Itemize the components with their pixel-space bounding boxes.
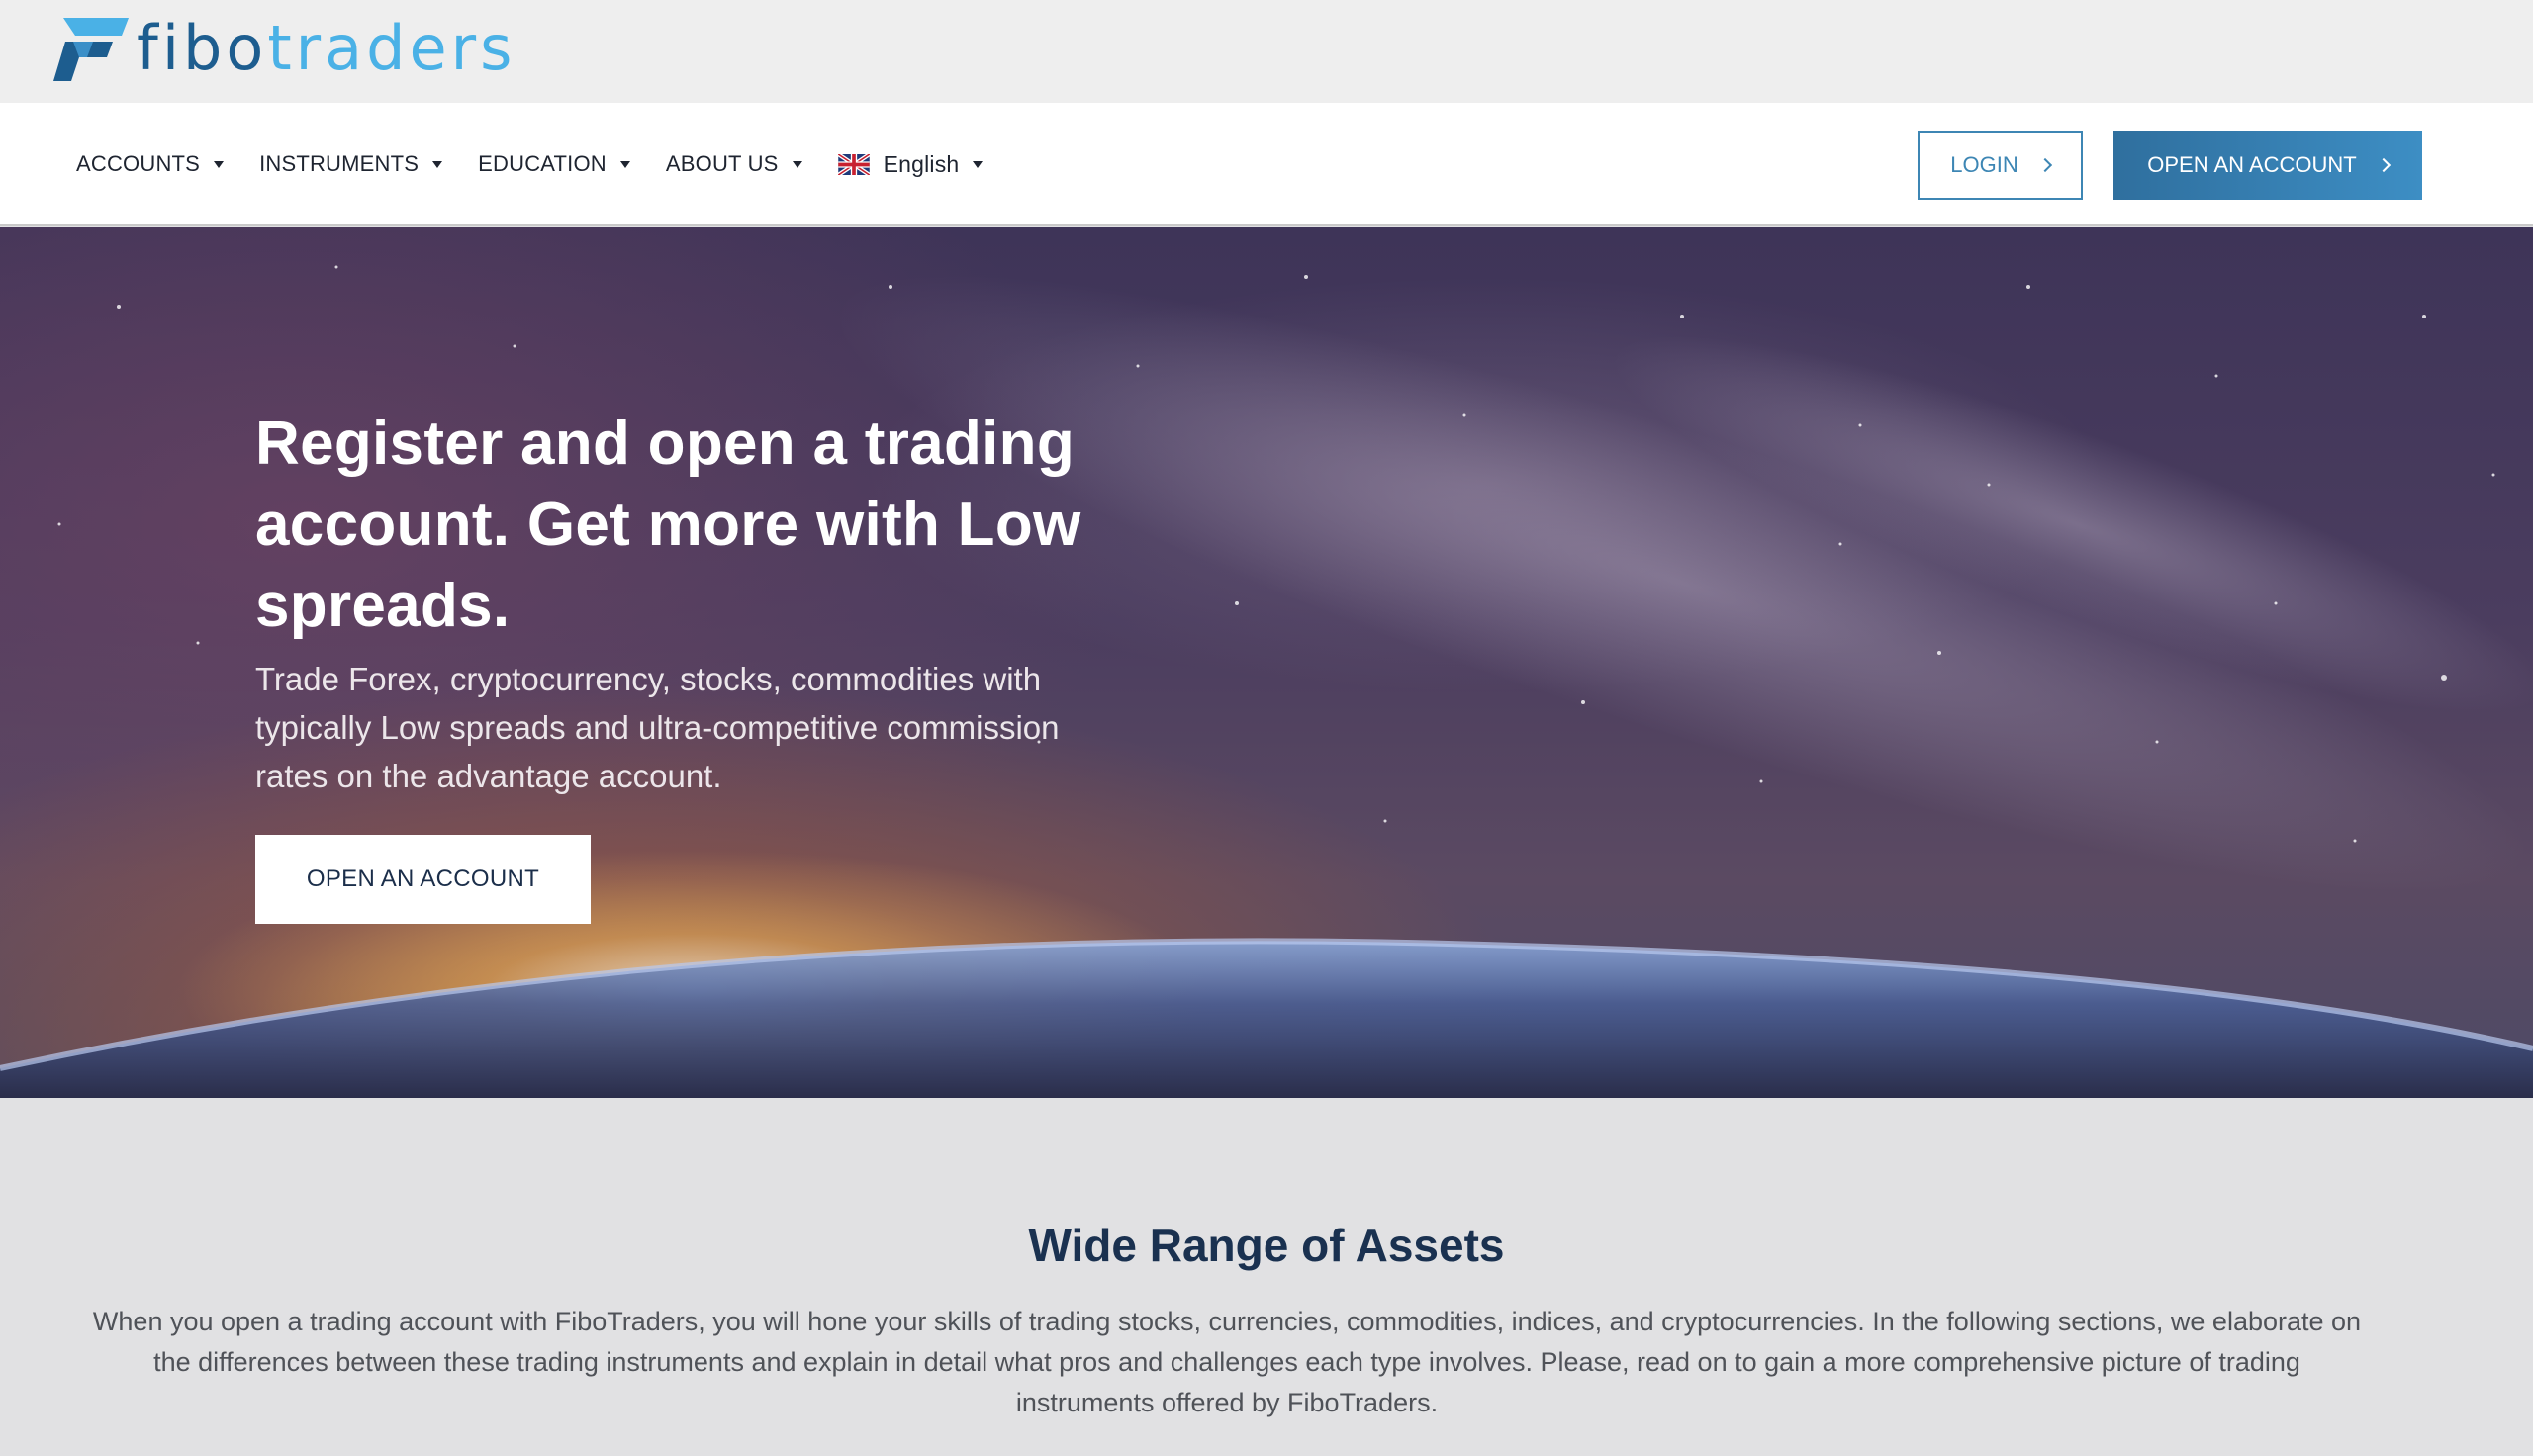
logo-text-traders: traders bbox=[267, 12, 516, 84]
nav-item-education-label: EDUCATION bbox=[478, 151, 607, 176]
chevron-right-icon bbox=[2376, 157, 2391, 173]
caret-down-icon bbox=[619, 160, 630, 168]
caret-down-icon bbox=[792, 160, 802, 168]
nav-item-accounts-label: ACCOUNTS bbox=[76, 151, 201, 176]
hero-title: Register and open a trading account. Get… bbox=[255, 410, 1081, 640]
uk-flag-icon bbox=[837, 153, 870, 175]
hero-subtitle: Trade Forex, cryptocurrency, stocks, com… bbox=[255, 661, 1060, 794]
hero-banner: Register and open a trading account. Get… bbox=[0, 228, 2533, 1098]
hero-open-account-label: OPEN AN ACCOUNT bbox=[306, 865, 540, 892]
open-account-button[interactable]: OPEN AN ACCOUNT bbox=[2113, 131, 2422, 200]
main-navbar: ACCOUNTS INSTRUMENTS EDUCATION ABOUT US … bbox=[0, 103, 2533, 226]
caret-down-icon bbox=[973, 160, 984, 168]
hero-content: Register and open a trading account. Get… bbox=[255, 404, 1106, 800]
nav-item-instruments-label: INSTRUMENTS bbox=[259, 151, 420, 176]
logo-wordmark: fibotraders bbox=[137, 18, 516, 79]
nav-item-about-us-label: ABOUT US bbox=[665, 151, 779, 176]
caret-down-icon bbox=[432, 160, 443, 168]
caret-down-icon bbox=[214, 160, 225, 168]
open-account-button-label: OPEN AN ACCOUNT bbox=[2147, 152, 2357, 177]
nav-item-about-us[interactable]: ABOUT US bbox=[666, 151, 802, 177]
hero-open-account-button[interactable]: OPEN AN ACCOUNT bbox=[255, 835, 591, 924]
fibotraders-logo[interactable]: fibotraders bbox=[49, 12, 516, 85]
language-selector[interactable]: English bbox=[837, 150, 984, 178]
logo-strip: fibotraders bbox=[0, 0, 2533, 103]
nav-item-education[interactable]: EDUCATION bbox=[478, 151, 630, 177]
nav-menu: ACCOUNTS INSTRUMENTS EDUCATION ABOUT US … bbox=[76, 103, 1018, 226]
nav-item-accounts[interactable]: ACCOUNTS bbox=[76, 151, 225, 177]
nav-item-instruments[interactable]: INSTRUMENTS bbox=[259, 151, 443, 177]
language-label: English bbox=[883, 150, 960, 177]
logo-mark-icon bbox=[53, 18, 129, 81]
login-button-label: LOGIN bbox=[1950, 152, 2018, 177]
logo-text-fibo: fibo bbox=[137, 12, 268, 84]
assets-description: When you open a trading account with Fib… bbox=[92, 1307, 2362, 1417]
assets-section: Wide Range of Assets When you open a tra… bbox=[0, 1098, 2533, 1456]
assets-title: Wide Range of Assets bbox=[1028, 1220, 1505, 1271]
chevron-right-icon bbox=[2037, 157, 2052, 173]
login-button[interactable]: LOGIN bbox=[1918, 131, 2083, 200]
